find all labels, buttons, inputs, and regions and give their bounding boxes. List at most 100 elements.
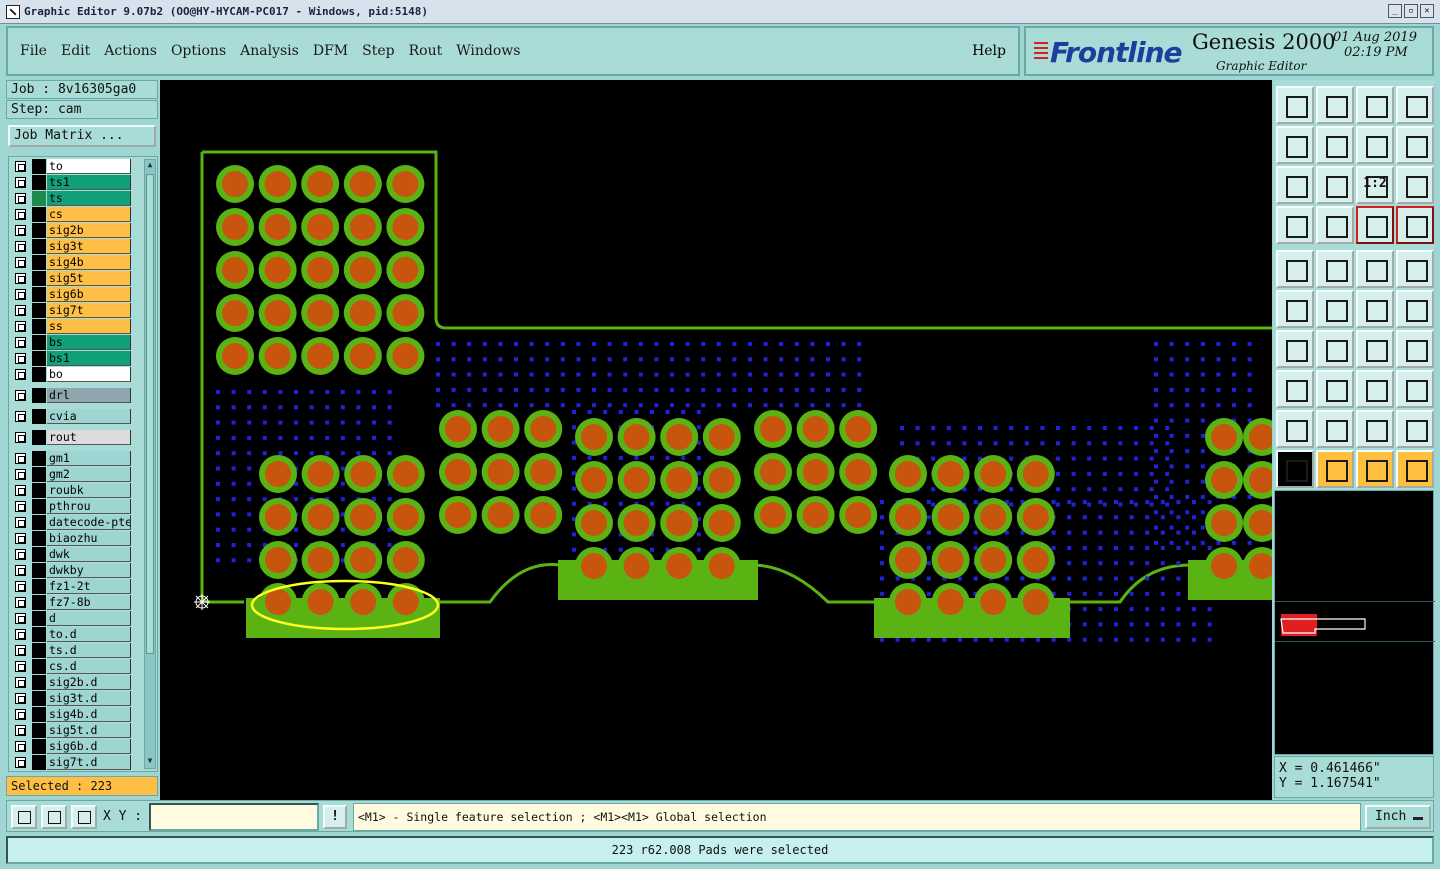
scroll-down-icon[interactable]: ▼ xyxy=(145,756,155,768)
zoom-in-icon[interactable] xyxy=(1316,86,1354,124)
layer-affected-toggle[interactable] xyxy=(32,175,46,190)
layer-affected-toggle[interactable] xyxy=(32,223,46,238)
layer-checkbox[interactable] xyxy=(15,411,26,422)
layer-checkbox[interactable] xyxy=(15,597,26,608)
layer-affected-toggle[interactable] xyxy=(32,303,46,318)
layer-name[interactable]: roubk xyxy=(47,483,131,498)
layer-checkbox[interactable] xyxy=(15,693,26,704)
layer-affected-toggle[interactable] xyxy=(32,430,46,445)
layer-affected-toggle[interactable] xyxy=(32,691,46,706)
layer-name[interactable]: sig5t xyxy=(47,271,131,286)
connect-blue-icon[interactable] xyxy=(1276,290,1314,328)
layer-affected-toggle[interactable] xyxy=(32,255,46,270)
layer-affected-toggle[interactable] xyxy=(32,723,46,738)
layer-row-pthrou[interactable]: pthrou xyxy=(11,499,131,514)
measure-icon[interactable] xyxy=(1356,370,1394,408)
layer-affected-toggle[interactable] xyxy=(32,515,46,530)
layer-affected-toggle[interactable] xyxy=(32,531,46,546)
layer-checkbox[interactable] xyxy=(15,209,26,220)
layer-checkbox[interactable] xyxy=(15,725,26,736)
layer-name[interactable]: ss xyxy=(47,319,131,334)
layer-row-sig6b.d[interactable]: sig6b.d xyxy=(11,739,131,754)
layer-affected-toggle[interactable] xyxy=(32,579,46,594)
layer-name[interactable]: gm2 xyxy=(47,467,131,482)
layer-name[interactable]: datecode-pte xyxy=(47,515,131,530)
layer-row-biaozhu[interactable]: biaozhu xyxy=(11,531,131,546)
layer-checkbox[interactable] xyxy=(15,161,26,172)
move-red-icon[interactable] xyxy=(1356,290,1394,328)
layer-name[interactable]: sig7t xyxy=(47,303,131,318)
layer-checkbox[interactable] xyxy=(15,432,26,443)
layer-row-to[interactable]: to xyxy=(11,159,131,174)
layer-affected-toggle[interactable] xyxy=(32,563,46,578)
feature-list-icon[interactable] xyxy=(1276,206,1314,244)
menu-edit[interactable]: Edit xyxy=(61,43,90,59)
layer-affected-toggle[interactable] xyxy=(32,611,46,626)
triangle-a-icon[interactable] xyxy=(1316,410,1354,448)
layer-row-datecode-pte[interactable]: datecode-pte xyxy=(11,515,131,530)
layer-name[interactable]: ts.d xyxy=(47,643,131,658)
layer-affected-toggle[interactable] xyxy=(32,191,46,206)
copy-red-icon[interactable] xyxy=(1396,290,1434,328)
layer-checkbox[interactable] xyxy=(15,741,26,752)
layer-checkbox[interactable] xyxy=(15,661,26,672)
layer-checkbox[interactable] xyxy=(15,193,26,204)
layer-name[interactable]: bs xyxy=(47,335,131,350)
select-net-icon[interactable] xyxy=(1396,450,1434,488)
snap-red-icon[interactable] xyxy=(1356,206,1394,244)
layer-name[interactable]: to xyxy=(47,159,131,174)
pan-right-icon[interactable] xyxy=(1316,126,1354,164)
ruler-icon[interactable] xyxy=(1356,250,1394,288)
layer-name[interactable]: rout xyxy=(47,430,131,445)
select-round-icon[interactable] xyxy=(1356,450,1394,488)
layer-name[interactable]: gm1 xyxy=(47,451,131,466)
layer-row-dwkby[interactable]: dwkby xyxy=(11,563,131,578)
layer-checkbox[interactable] xyxy=(15,353,26,364)
layer-checkbox[interactable] xyxy=(15,565,26,576)
split-icon[interactable] xyxy=(1316,370,1354,408)
triangle-b-icon[interactable] xyxy=(1356,410,1394,448)
close-icon[interactable]: ✕ xyxy=(1420,4,1434,18)
zoom-home-icon[interactable] xyxy=(1276,86,1314,124)
layer-checkbox[interactable] xyxy=(15,177,26,188)
layer-name[interactable]: drl xyxy=(47,388,131,403)
layer-row-drl[interactable]: drl xyxy=(11,388,131,403)
layer-name[interactable]: bo xyxy=(47,367,131,382)
layer-name[interactable]: sig5t.d xyxy=(47,723,131,738)
add-shape-icon[interactable] xyxy=(1316,250,1354,288)
zoom-fit-icon[interactable] xyxy=(1276,166,1314,204)
layer-checkbox[interactable] xyxy=(15,501,26,512)
menu-windows[interactable]: Windows xyxy=(456,43,520,59)
layer-row-gm1[interactable]: gm1 xyxy=(11,451,131,466)
layer-checkbox[interactable] xyxy=(15,241,26,252)
layer-affected-toggle[interactable] xyxy=(32,388,46,403)
layer-checkbox[interactable] xyxy=(15,321,26,332)
layer-row-rout[interactable]: rout xyxy=(11,430,131,445)
layer-name[interactable]: dwkby xyxy=(47,563,131,578)
angle-red-icon[interactable] xyxy=(1276,330,1314,368)
layer-checkbox[interactable] xyxy=(15,289,26,300)
layer-row-roubk[interactable]: roubk xyxy=(11,483,131,498)
query-icon[interactable] xyxy=(1396,126,1434,164)
layer-name[interactable]: sig3t xyxy=(47,239,131,254)
layer-checkbox[interactable] xyxy=(15,533,26,544)
layer-checkbox[interactable] xyxy=(15,469,26,480)
select-box-icon[interactable] xyxy=(1316,450,1354,488)
layer-row-cs[interactable]: cs xyxy=(11,207,131,222)
menu-options[interactable]: Options xyxy=(171,43,226,59)
layer-name[interactable]: sig7t.d xyxy=(47,755,131,770)
layer-checkbox[interactable] xyxy=(15,613,26,624)
solid-dot-icon[interactable] xyxy=(1396,250,1434,288)
layer-row-sig5t[interactable]: sig5t xyxy=(11,271,131,286)
scrollbar-thumb[interactable] xyxy=(146,174,154,654)
layer-row-fz1-2t[interactable]: fz1-2t xyxy=(11,579,131,594)
layer-affected-toggle[interactable] xyxy=(32,659,46,674)
poly-red-icon[interactable] xyxy=(1276,410,1314,448)
units-select[interactable]: Inch xyxy=(1365,805,1431,829)
layer-name[interactable]: sig6b.d xyxy=(47,739,131,754)
layer-row-to.d[interactable]: to.d xyxy=(11,627,131,642)
layer-row-sig7t[interactable]: sig7t xyxy=(11,303,131,318)
layer-row-d[interactable]: d xyxy=(11,611,131,626)
menu-step[interactable]: Step xyxy=(362,43,394,59)
layer-row-gm2[interactable]: gm2 xyxy=(11,467,131,482)
